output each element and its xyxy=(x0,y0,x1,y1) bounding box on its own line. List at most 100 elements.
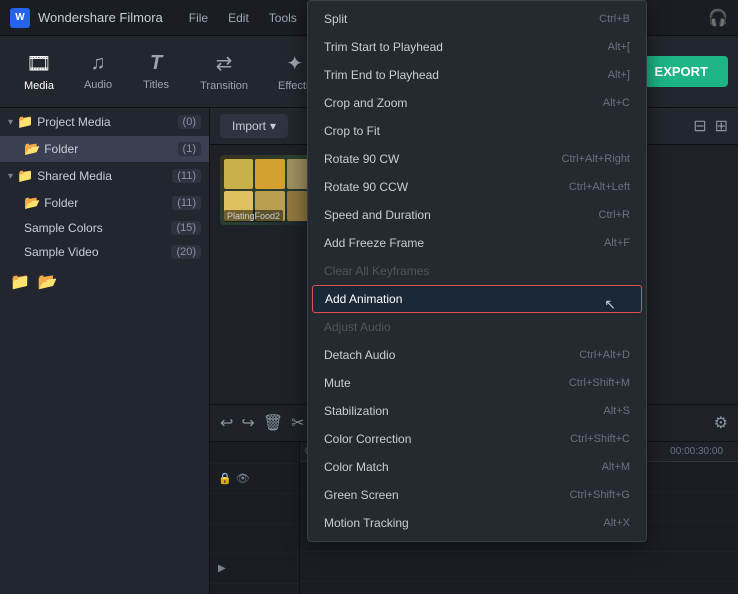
ctx-motion-tracking-label: Motion Tracking xyxy=(324,516,409,530)
ctx-rotate-cw-shortcut: Ctrl+Alt+Right xyxy=(562,153,630,165)
media-label: Media xyxy=(24,80,54,92)
ctx-rotate-ccw-shortcut: Ctrl+Alt+Left xyxy=(569,181,630,193)
export-button[interactable]: EXPORT xyxy=(635,56,728,87)
project-media-folder[interactable]: 📂 Folder (1) xyxy=(0,136,209,162)
ctx-freeze[interactable]: Add Freeze Frame Alt+F xyxy=(308,229,646,257)
lock-icon[interactable]: 🔒 xyxy=(218,472,232,485)
ctx-split-label: Split xyxy=(324,12,347,26)
ctx-rotate-ccw[interactable]: Rotate 90 CCW Ctrl+Alt+Left xyxy=(308,173,646,201)
ctx-crop-zoom-label: Crop and Zoom xyxy=(324,96,407,110)
ctx-add-animation-label: Add Animation xyxy=(325,292,402,306)
timeline-right: ⚙ xyxy=(714,413,728,433)
play-icon[interactable]: ▶ xyxy=(218,563,226,574)
titles-label: Titles xyxy=(143,79,169,91)
undo-icon[interactable]: ↩ xyxy=(220,413,233,433)
ctx-green-screen-shortcut: Ctrl+Shift+G xyxy=(569,489,630,501)
ctx-color-correction[interactable]: Color Correction Ctrl+Shift+C xyxy=(308,425,646,453)
cut-icon[interactable]: ✂ xyxy=(291,413,304,433)
ctx-color-correction-shortcut: Ctrl+Shift+C xyxy=(570,433,630,445)
sample-colors-count: (15) xyxy=(171,221,201,235)
ctx-color-match-label: Color Match xyxy=(324,460,389,474)
ctx-motion-tracking[interactable]: Motion Tracking Alt+X xyxy=(308,509,646,537)
app-name: Wondershare Filmora xyxy=(38,10,163,25)
track-label-4: ▶ xyxy=(210,554,299,584)
shared-folder-count: (11) xyxy=(172,196,201,210)
ctx-trim-end[interactable]: Trim End to Playhead Alt+] xyxy=(308,61,646,89)
grid-icon[interactable]: ⊞ xyxy=(715,116,728,136)
ctx-speed-shortcut: Ctrl+R xyxy=(599,209,630,221)
ctx-crop-fit[interactable]: Crop to Fit xyxy=(308,117,646,145)
ctx-color-match[interactable]: Color Match Alt+M xyxy=(308,453,646,481)
ctx-trim-start[interactable]: Trim Start to Playhead Alt+[ xyxy=(308,33,646,61)
ctx-rotate-cw[interactable]: Rotate 90 CW Ctrl+Alt+Right xyxy=(308,145,646,173)
food-cell xyxy=(255,159,284,189)
shared-media-section[interactable]: ▾ 📁 Shared Media (11) xyxy=(0,162,209,190)
ctx-speed[interactable]: Speed and Duration Ctrl+R xyxy=(308,201,646,229)
ctx-trim-end-shortcut: Alt+] xyxy=(608,69,630,81)
shared-folder-label: Folder xyxy=(44,196,168,210)
food-cell xyxy=(224,159,253,189)
ctx-freeze-shortcut: Alt+F xyxy=(604,237,630,249)
project-media-count: (0) xyxy=(178,115,201,129)
redo-icon[interactable]: ↪ xyxy=(241,413,254,433)
toolbar-transition[interactable]: ⇄ Transition xyxy=(186,45,262,98)
toolbar-titles[interactable]: T Titles xyxy=(128,46,184,97)
project-media-label: Project Media xyxy=(37,115,110,129)
transition-label: Transition xyxy=(200,80,248,92)
ctx-color-match-shortcut: Alt+M xyxy=(602,461,630,473)
ctx-split[interactable]: Split Ctrl+B xyxy=(308,5,646,33)
ctx-green-screen-label: Green Screen xyxy=(324,488,399,502)
titles-icon: T xyxy=(150,52,162,75)
toolbar-right: EXPORT xyxy=(635,56,728,87)
app-logo: W xyxy=(10,8,30,28)
ctx-mute-label: Mute xyxy=(324,376,351,390)
filter-icon[interactable]: ⊟ xyxy=(693,116,706,136)
sample-colors-label: Sample Colors xyxy=(24,221,167,235)
ctx-green-screen[interactable]: Green Screen Ctrl+Shift+G xyxy=(308,481,646,509)
chevron-down-icon: ▾ xyxy=(8,117,13,128)
media-thumbnail[interactable]: PlatingFood2 xyxy=(220,155,320,225)
ctx-rotate-cw-label: Rotate 90 CW xyxy=(324,152,399,166)
ctx-motion-tracking-shortcut: Alt+X xyxy=(603,517,630,529)
settings-icon[interactable]: ⚙ xyxy=(714,415,728,432)
ctx-stabilization-label: Stabilization xyxy=(324,404,389,418)
chevron-down-icon: ▾ xyxy=(270,119,276,133)
ctx-detach-audio-shortcut: Ctrl+Alt+D xyxy=(579,349,630,361)
toolbar-audio[interactable]: ♫ Audio xyxy=(70,46,126,97)
ctx-adjust-audio: Adjust Audio xyxy=(308,313,646,341)
ctx-split-shortcut: Ctrl+B xyxy=(599,13,630,25)
folder-count: (1) xyxy=(178,142,201,156)
effects-icon: ✦ xyxy=(286,51,303,76)
ctx-add-animation[interactable]: Add Animation xyxy=(312,285,642,313)
sample-colors-item[interactable]: Sample Colors (15) xyxy=(0,216,209,240)
transition-icon: ⇄ xyxy=(216,51,233,76)
delete-icon[interactable]: 🗑 xyxy=(263,413,283,433)
ctx-adjust-audio-label: Adjust Audio xyxy=(324,320,391,334)
sample-video-label: Sample Video xyxy=(24,245,167,259)
import-folder-icon[interactable]: 📂 xyxy=(38,272,58,292)
menu-file[interactable]: File xyxy=(181,9,216,27)
folder-icon: 📁 xyxy=(17,168,33,184)
menu-edit[interactable]: Edit xyxy=(220,9,257,27)
ctx-crop-zoom[interactable]: Crop and Zoom Alt+C xyxy=(308,89,646,117)
ctx-crop-zoom-shortcut: Alt+C xyxy=(603,97,630,109)
menu-tools[interactable]: Tools xyxy=(261,9,305,27)
ctx-detach-audio[interactable]: Detach Audio Ctrl+Alt+D xyxy=(308,341,646,369)
toolbar-media[interactable]: 🎞 Media xyxy=(10,45,68,98)
ctx-mute-shortcut: Ctrl+Shift+M xyxy=(569,377,630,389)
ctx-rotate-ccw-label: Rotate 90 CCW xyxy=(324,180,408,194)
ctx-trim-start-shortcut: Alt+[ xyxy=(608,41,630,53)
new-folder-icon[interactable]: 📁 xyxy=(10,272,30,292)
folder-icon: 📁 xyxy=(17,114,33,130)
project-media-section[interactable]: ▾ 📁 Project Media (0) xyxy=(0,108,209,136)
ctx-stabilization[interactable]: Stabilization Alt+S xyxy=(308,397,646,425)
sample-video-count: (20) xyxy=(171,245,201,259)
sample-video-item[interactable]: Sample Video (20) xyxy=(0,240,209,264)
import-button[interactable]: Import ▾ xyxy=(220,114,288,138)
shared-media-folder[interactable]: 📂 Folder (11) xyxy=(0,190,209,216)
audio-icon: ♫ xyxy=(91,52,106,75)
headphone-icon: 🎧 xyxy=(708,8,728,28)
shared-media-count: (11) xyxy=(172,169,201,183)
visibility-icon[interactable]: 👁 xyxy=(236,472,250,485)
ctx-mute[interactable]: Mute Ctrl+Shift+M xyxy=(308,369,646,397)
